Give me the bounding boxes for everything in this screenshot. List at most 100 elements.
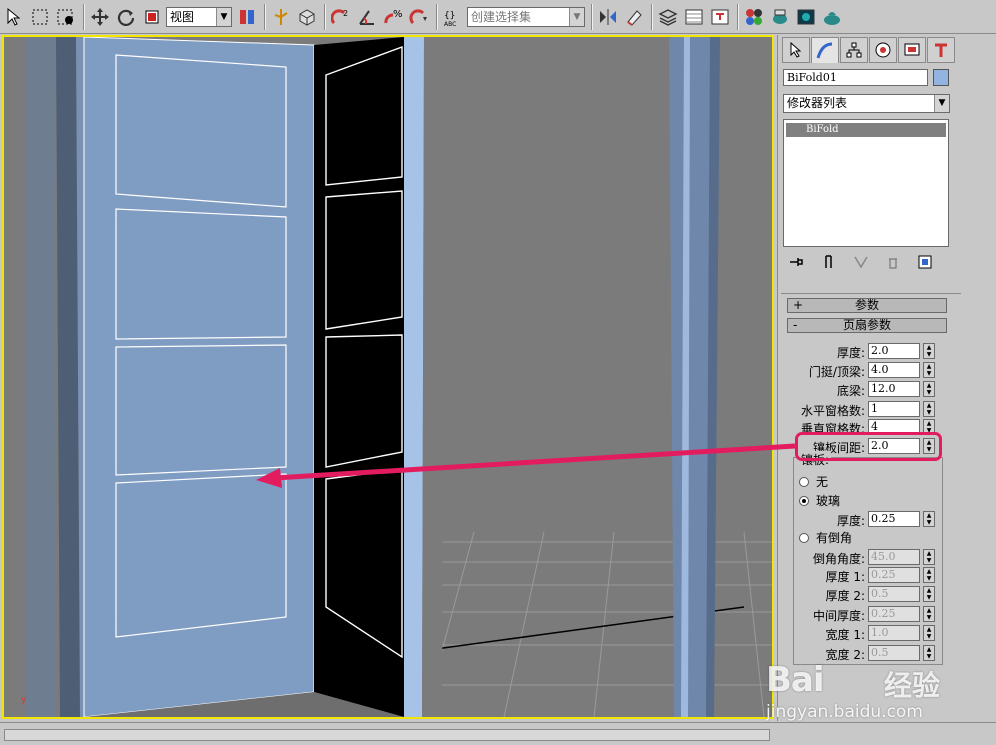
toolbar-separator: [436, 3, 438, 30]
create-tab-icon[interactable]: [782, 37, 810, 63]
toolbar-separator: [83, 3, 85, 30]
param-row-bottom-rail: 底梁: 12.0 ▲ ▼: [781, 381, 961, 398]
rollout-collapse-icon: -: [793, 318, 798, 332]
object-name-input[interactable]: BiFold01: [783, 69, 928, 86]
align-icon[interactable]: [622, 4, 646, 30]
param-row-bevel-angle: 倒角角度: 45.0 ▲ ▼: [781, 549, 961, 566]
jamb-gap: [422, 37, 444, 717]
spinner-icon[interactable]: ▲ ▼: [923, 362, 935, 378]
param-middle-thickness-input[interactable]: 0.25: [868, 606, 920, 622]
show-end-result-icon[interactable]: [818, 251, 840, 273]
region-select-icon[interactable]: [28, 4, 52, 30]
curve-editor-icon[interactable]: [682, 4, 706, 30]
keyboard-shortcut-icon[interactable]: [295, 4, 319, 30]
spinner-icon[interactable]: ▲ ▼: [923, 401, 935, 417]
motion-tab-icon[interactable]: [869, 37, 897, 63]
quick-render-icon[interactable]: [820, 4, 844, 30]
radio-glass[interactable]: 玻璃: [799, 492, 840, 509]
radio-icon: [799, 476, 809, 487]
radio-glass-label: 玻璃: [816, 494, 841, 508]
spinner-icon[interactable]: ▲ ▼: [923, 567, 935, 583]
render-frame-icon[interactable]: [794, 4, 818, 30]
rollout-leaf-parameters[interactable]: - 页扇参数: [787, 318, 947, 333]
angle-snap-icon[interactable]: [355, 4, 379, 30]
spinner-icon[interactable]: ▲ ▼: [923, 511, 935, 527]
radio-beveled-label: 有倒角: [816, 531, 853, 545]
param-thickness-1-input[interactable]: 0.25: [868, 567, 920, 583]
move-icon[interactable]: [88, 4, 112, 30]
radio-none[interactable]: 无: [799, 473, 828, 490]
toolbar-separator: [324, 3, 326, 30]
param-bevel-angle-input[interactable]: 45.0: [868, 549, 920, 565]
hierarchy-tab-icon[interactable]: [840, 37, 868, 63]
right-post: [669, 37, 712, 717]
chevron-down-icon: ▼: [216, 7, 231, 26]
modifier-list-value: 修改器列表: [787, 96, 848, 110]
scene-canvas: [4, 37, 772, 717]
time-slider-track[interactable]: [4, 729, 770, 741]
param-stile-input[interactable]: 4.0: [868, 362, 920, 378]
make-unique-icon[interactable]: [850, 251, 872, 273]
spinner-icon[interactable]: ▲ ▼: [923, 343, 935, 359]
panel-3: [115, 344, 287, 476]
param-thickness-input[interactable]: 2.0: [868, 343, 920, 359]
pin-stack-icon[interactable]: [786, 251, 808, 273]
configure-modifier-sets-icon[interactable]: [914, 251, 936, 273]
spinner-icon[interactable]: ▲ ▼: [923, 645, 935, 661]
mirror-icon[interactable]: [596, 4, 620, 30]
chevron-down-icon: ▼: [934, 95, 949, 112]
spinner-icon[interactable]: ▲ ▼: [923, 586, 935, 602]
svg-text:ABC: ABC: [444, 21, 456, 27]
spinner-icon[interactable]: ▲ ▼: [923, 381, 935, 397]
radio-beveled[interactable]: 有倒角: [799, 529, 852, 546]
select-by-name-icon[interactable]: [54, 4, 78, 30]
reference-coordinate-select[interactable]: 视图 ▼: [166, 6, 232, 27]
param-thickness-2-input[interactable]: 0.5: [868, 586, 920, 602]
param-glass-thickness-input[interactable]: 0.25: [868, 511, 920, 527]
rotate-icon[interactable]: [114, 4, 138, 30]
modifier-list-select[interactable]: 修改器列表 ▼: [783, 94, 950, 113]
snap-icon[interactable]: 2: [329, 4, 353, 30]
param-bottom-rail-input[interactable]: 12.0: [868, 381, 920, 397]
perspective-viewport[interactable]: y: [2, 35, 774, 719]
spinner-icon[interactable]: ▲ ▼: [923, 625, 935, 641]
layers-icon[interactable]: [656, 4, 680, 30]
param-row-thickness-1: 厚度 1: 0.25 ▲ ▼: [781, 567, 961, 584]
param-row-thickness-2: 厚度 2: 0.5 ▲ ▼: [781, 586, 961, 603]
named-selection-select[interactable]: 创建选择集 ▼: [467, 6, 585, 27]
modify-tab-icon[interactable]: [811, 37, 839, 63]
scale-icon[interactable]: [140, 4, 164, 30]
select-icon[interactable]: [2, 4, 26, 30]
display-tab-icon[interactable]: [898, 37, 926, 63]
pivot-icon[interactable]: [235, 4, 259, 30]
param-row-width-1: 宽度 1: 1.0 ▲ ▼: [781, 625, 961, 642]
chevron-down-icon: ▼: [569, 7, 584, 26]
param-label: 底梁:: [836, 384, 865, 398]
manipulate-icon[interactable]: [269, 4, 293, 30]
render-setup-icon[interactable]: [768, 4, 792, 30]
material-editor-icon[interactable]: [742, 4, 766, 30]
edit-named-selection-icon[interactable]: {} ABC: [441, 4, 465, 30]
rollout-parameters[interactable]: + 参数: [787, 298, 947, 313]
spinner-icon[interactable]: ▲ ▼: [923, 549, 935, 565]
modifier-stack: BiFold: [783, 119, 949, 247]
toolbar-separator: [264, 3, 266, 30]
percent-snap-icon[interactable]: %: [381, 4, 405, 30]
rollout-expand-icon: +: [793, 298, 804, 312]
utilities-tab-icon[interactable]: [927, 37, 955, 63]
spinner-snap-icon[interactable]: [407, 4, 431, 30]
spinner-icon[interactable]: ▲ ▼: [923, 606, 935, 622]
param-label: 厚度 1:: [825, 570, 866, 584]
schematic-view-icon[interactable]: [708, 4, 732, 30]
param-horiz-panes-input[interactable]: 1: [868, 401, 920, 417]
param-width-2-input[interactable]: 0.5: [868, 645, 920, 661]
param-label: 厚度 2:: [825, 589, 866, 603]
param-label: 宽度 1:: [825, 628, 866, 642]
command-panel: BiFold01 修改器列表 ▼ BiFold + 参数 - 页扇参数 厚度: 2…: [777, 35, 996, 721]
param-row-glass-thickness: 厚度: 0.25 ▲ ▼: [781, 511, 961, 528]
remove-modifier-icon[interactable]: [882, 251, 904, 273]
stack-item-bifold[interactable]: BiFold: [786, 123, 946, 137]
object-color-swatch[interactable]: [933, 69, 949, 86]
radio-icon: [799, 532, 809, 543]
param-width-1-input[interactable]: 1.0: [868, 625, 920, 641]
